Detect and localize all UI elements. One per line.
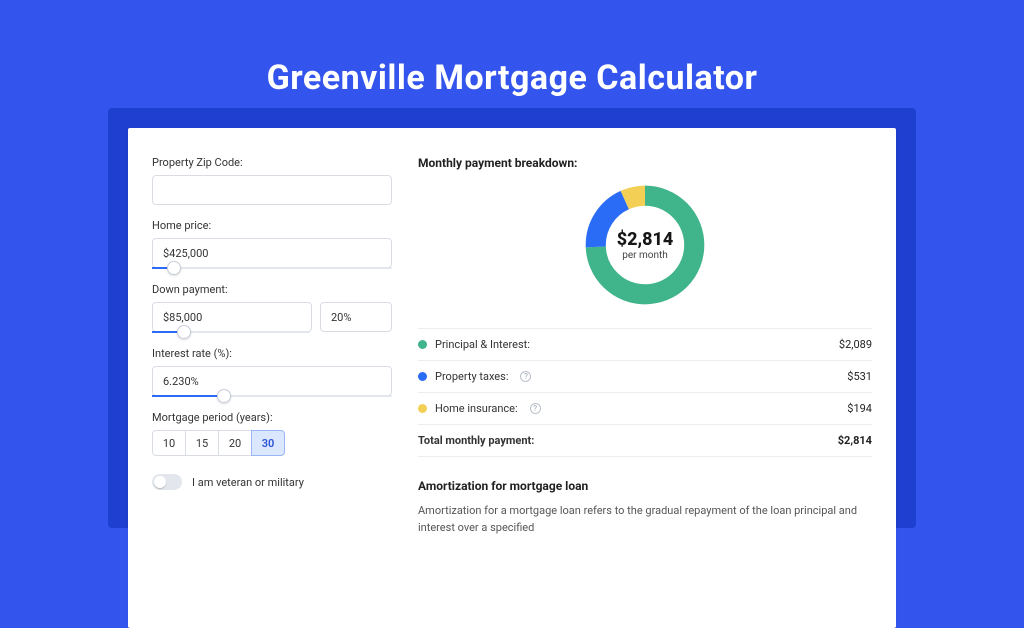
amortization-text: Amortization for a mortgage loan refers … (418, 503, 872, 536)
donut-center: $2,814 per month (580, 180, 710, 310)
period-label: Mortgage period (years): (152, 411, 392, 424)
veteran-label: I am veteran or military (192, 476, 304, 489)
rate-slider[interactable] (152, 395, 392, 397)
legend-row: Home insurance:? $194 (418, 393, 872, 425)
period-buttons: 10152030 (152, 430, 392, 456)
rate-slider-fill (152, 395, 224, 397)
period-group: Mortgage period (years): 10152030 (152, 411, 392, 456)
home-price-slider-thumb[interactable] (167, 261, 181, 275)
legend-dot (418, 340, 427, 349)
page-title: Greenville Mortgage Calculator (0, 58, 1024, 98)
donut-sub: per month (622, 250, 668, 261)
down-payment-slider[interactable] (152, 331, 310, 333)
home-price-slider[interactable] (152, 267, 392, 269)
donut-value: $2,814 (617, 229, 674, 250)
legend-total-row: Total monthly payment: $2,814 (418, 425, 872, 457)
veteran-toggle-knob (154, 476, 166, 488)
period-button-30[interactable]: 30 (251, 430, 285, 456)
period-button-20[interactable]: 20 (218, 430, 252, 456)
zip-label: Property Zip Code: (152, 156, 392, 169)
rate-group: Interest rate (%): (152, 347, 392, 397)
down-payment-input[interactable] (152, 302, 312, 332)
legend-dot (418, 404, 427, 413)
breakdown-panel: Monthly payment breakdown: $2,814 per mo… (418, 156, 872, 536)
donut-chart: $2,814 per month (580, 180, 710, 310)
legend-name: Home insurance: (435, 402, 518, 415)
donut-wrap: $2,814 per month (418, 180, 872, 310)
breakdown-title: Monthly payment breakdown: (418, 156, 872, 170)
legend-name: Principal & Interest: (435, 338, 530, 351)
down-payment-pct-input[interactable] (320, 302, 392, 332)
veteran-toggle[interactable] (152, 474, 182, 490)
total-label: Total monthly payment: (418, 434, 534, 447)
home-price-label: Home price: (152, 219, 392, 232)
total-value: $2,814 (838, 434, 872, 447)
legend-value: $531 (847, 370, 872, 383)
legend-name: Property taxes: (435, 370, 508, 383)
rate-input[interactable] (152, 366, 392, 396)
info-icon[interactable]: ? (530, 403, 541, 414)
zip-input[interactable] (152, 175, 392, 205)
legend-value: $194 (847, 402, 872, 415)
zip-group: Property Zip Code: (152, 156, 392, 205)
amortization-section: Amortization for mortgage loan Amortizat… (418, 479, 872, 536)
period-button-10[interactable]: 10 (152, 430, 186, 456)
form-panel: Property Zip Code: Home price: Down paym… (152, 156, 392, 490)
legend-row: Property taxes:? $531 (418, 361, 872, 393)
rate-slider-thumb[interactable] (217, 389, 231, 403)
calculator-card: Property Zip Code: Home price: Down paym… (128, 128, 896, 628)
veteran-row: I am veteran or military (152, 474, 392, 490)
rate-label: Interest rate (%): (152, 347, 392, 360)
down-payment-group: Down payment: (152, 283, 392, 333)
down-payment-label: Down payment: (152, 283, 392, 296)
down-payment-slider-thumb[interactable] (177, 325, 191, 339)
legend-row: Principal & Interest: $2,089 (418, 329, 872, 361)
legend-value: $2,089 (839, 338, 872, 351)
info-icon[interactable]: ? (520, 371, 531, 382)
legend-dot (418, 372, 427, 381)
period-button-15[interactable]: 15 (185, 430, 219, 456)
home-price-input[interactable] (152, 238, 392, 268)
legend: Principal & Interest: $2,089 Property taxe… (418, 328, 872, 457)
amortization-title: Amortization for mortgage loan (418, 479, 872, 493)
home-price-group: Home price: (152, 219, 392, 269)
